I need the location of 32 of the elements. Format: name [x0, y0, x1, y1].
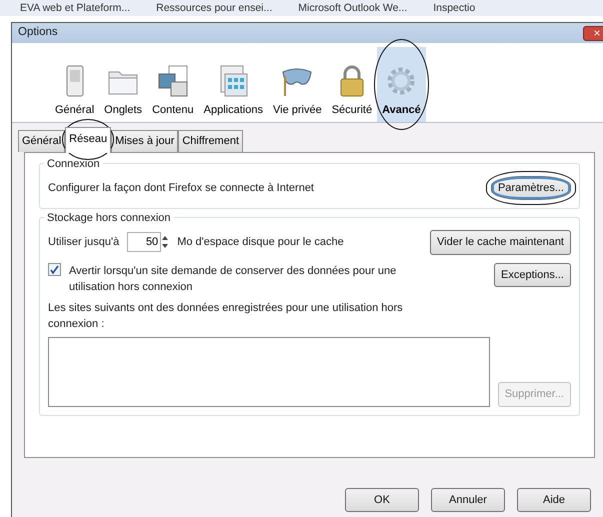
field-label: Utiliser jusqu'à	[48, 235, 120, 250]
window-title: Options	[18, 25, 58, 40]
group-legend: Stockage hors connexion	[44, 210, 174, 226]
number-field[interactable]: 50	[127, 232, 162, 252]
toolbar-tab[interactable]: Général	[50, 47, 100, 122]
sites-list[interactable]	[48, 336, 490, 406]
unit-label: Mo d'espace disque pour le cache	[177, 235, 344, 250]
tab[interactable]: Réseau	[65, 127, 112, 152]
toolbar-tab[interactable]: Onglets	[99, 47, 148, 122]
dialog-button[interactable]: OK	[345, 488, 419, 512]
bookmark-link[interactable]: Inspectio	[433, 2, 476, 16]
tab[interactable]: Mises à jour	[111, 130, 178, 152]
toolbar-tab[interactable]: Sécurité	[326, 47, 378, 122]
exceptions-button[interactable]: Exceptions...	[494, 262, 571, 287]
close-button[interactable]: ×	[583, 26, 603, 40]
picture-icon	[156, 64, 189, 98]
tab[interactable]: Général	[18, 130, 66, 152]
bookmark-link[interactable]: EVA web et Plateform...	[20, 2, 130, 16]
bookmark-link[interactable]: Ressources pour ensei...	[156, 2, 272, 16]
checkbox[interactable]	[48, 262, 61, 276]
bookmark-link[interactable]: Microsoft Outlook We...	[298, 2, 408, 16]
toolbar-tab[interactable]: Applications	[198, 47, 268, 122]
list-label: Les sites suivants ont des données enregistrées pour une utilisation hors connexion :	[48, 300, 404, 332]
toolbar-tab[interactable]: Vie privée	[268, 47, 327, 122]
dialog-button[interactable]: Aide	[517, 488, 591, 512]
tab[interactable]: Chiffrement	[178, 130, 244, 152]
toolbar-tab[interactable]: Contenu	[147, 47, 199, 122]
dialog-button[interactable]: Annuler	[431, 488, 505, 512]
clear-cache-button[interactable]: Vider le cache maintenant	[430, 230, 571, 254]
description-text: Configurer la façon dont Firefox se connecte à Internet	[48, 180, 314, 196]
toolbar-tab[interactable]: Avancé	[377, 47, 426, 122]
checkbox-label: Avertir lorsqu'un site demande de conserver des données pour une utilisation hors connexion	[69, 264, 398, 295]
